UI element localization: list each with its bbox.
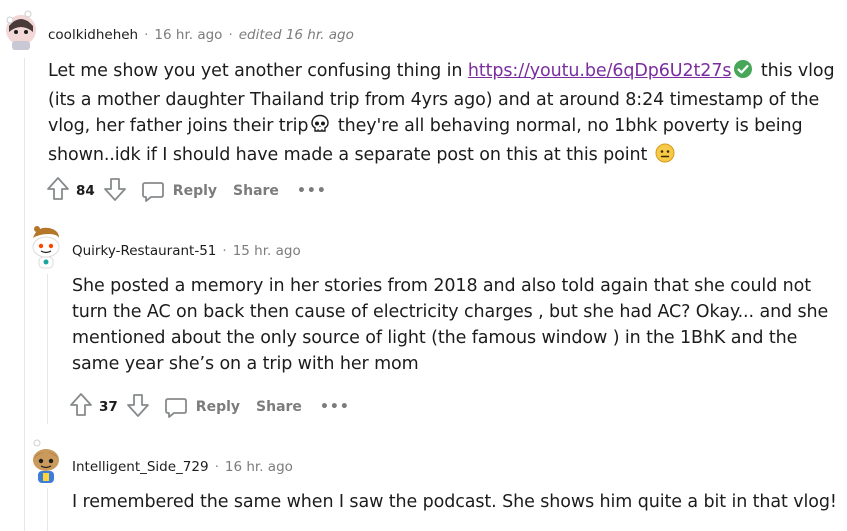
more-options-button[interactable]: ••• xyxy=(297,183,327,199)
reply-icon xyxy=(141,182,164,202)
downvote-icon[interactable] xyxy=(103,176,127,206)
vote-count: 37 xyxy=(99,399,118,415)
reply-label: Reply xyxy=(172,183,218,199)
comment-text: I remembered the same when I saw the pod… xyxy=(72,492,837,512)
vote-group: 84 xyxy=(46,176,127,206)
video-link[interactable]: https://youtu.be/6qDp6U2t27s xyxy=(468,61,732,81)
user-avatar-icon xyxy=(6,10,36,50)
reply-button[interactable]: Reply xyxy=(164,395,240,419)
comment-meta: Quirky-Restaurant-51 · 15 hr. ago xyxy=(72,243,301,259)
comment-text: She posted a memory in her stories from … xyxy=(72,276,829,374)
vote-group: 37 xyxy=(69,392,150,422)
reply-label: Reply xyxy=(195,399,241,415)
timestamp[interactable]: 16 hr. ago xyxy=(154,27,222,43)
username[interactable]: Quirky-Restaurant-51 xyxy=(72,243,216,259)
downvote-icon[interactable] xyxy=(126,392,150,422)
skull-emoji-icon xyxy=(310,114,330,142)
comment-body: I remembered the same when I saw the pod… xyxy=(72,489,844,515)
verified-check-icon xyxy=(733,59,753,87)
more-options-icon: ••• xyxy=(296,183,327,199)
timestamp[interactable]: 16 hr. ago xyxy=(225,459,293,475)
avatar[interactable] xyxy=(27,438,63,483)
share-label: Share xyxy=(233,183,279,199)
user-avatar-icon xyxy=(32,226,60,269)
upvote-icon[interactable] xyxy=(46,176,70,206)
share-label: Share xyxy=(256,399,302,415)
reply-icon xyxy=(164,398,187,418)
avatar[interactable] xyxy=(2,8,38,50)
reply-button[interactable]: Reply xyxy=(141,179,217,203)
thread-line[interactable] xyxy=(47,488,48,531)
comment-actions: 37 Reply Share ••• xyxy=(69,392,350,422)
share-button[interactable]: Share xyxy=(233,183,279,199)
edited-label: edited 16 hr. ago xyxy=(238,27,354,43)
more-options-button[interactable]: ••• xyxy=(320,399,350,415)
username[interactable]: coolkidheheh xyxy=(48,27,138,43)
timestamp[interactable]: 15 hr. ago xyxy=(233,243,301,259)
thread-line[interactable] xyxy=(47,274,48,424)
comment-meta: coolkidheheh · 16 hr. ago · edited 16 hr. ag… xyxy=(48,27,354,43)
vote-count: 84 xyxy=(76,183,95,199)
upvote-icon[interactable] xyxy=(69,392,93,422)
user-avatar-icon xyxy=(33,439,59,483)
avatar[interactable] xyxy=(27,224,63,269)
comment-body: Let me show you yet another confusing th… xyxy=(48,58,843,171)
more-options-icon: ••• xyxy=(319,399,350,415)
thread-line[interactable] xyxy=(24,58,25,531)
neutral-face-emoji-icon xyxy=(655,143,675,171)
share-button[interactable]: Share xyxy=(256,399,302,415)
comment-body: She posted a memory in her stories from … xyxy=(72,273,844,377)
comment-text: Let me show you yet another confusing th… xyxy=(48,61,468,81)
username[interactable]: Intelligent_Side_729 xyxy=(72,459,209,475)
comment-actions: 84 Reply Share ••• xyxy=(46,176,327,206)
comment-meta: Intelligent_Side_729 · 16 hr. ago xyxy=(72,459,293,475)
